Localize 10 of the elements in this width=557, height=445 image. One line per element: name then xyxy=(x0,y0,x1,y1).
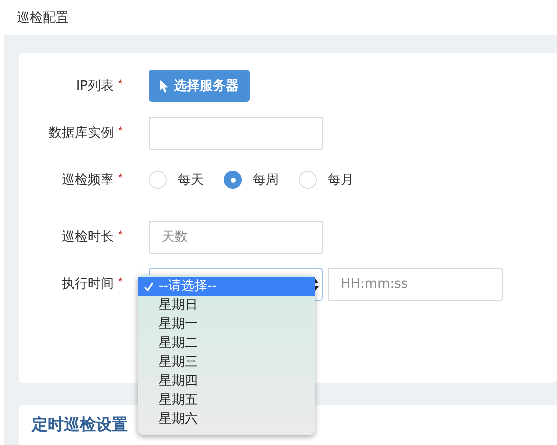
radio-label: 每月 xyxy=(328,172,354,189)
field-label: 执行时间 xyxy=(61,276,114,293)
field-label: 数据库实例 xyxy=(48,125,114,142)
page-title: 巡检配置 xyxy=(17,10,69,26)
section-title: 定时巡检设置 xyxy=(32,415,128,434)
field-label: 巡检时长 xyxy=(61,229,114,246)
field-label: 巡检频率 xyxy=(61,172,114,189)
radio-label: 每天 xyxy=(178,172,204,189)
radio-label: 每周 xyxy=(253,172,279,189)
field-label: IP列表 xyxy=(75,78,114,95)
